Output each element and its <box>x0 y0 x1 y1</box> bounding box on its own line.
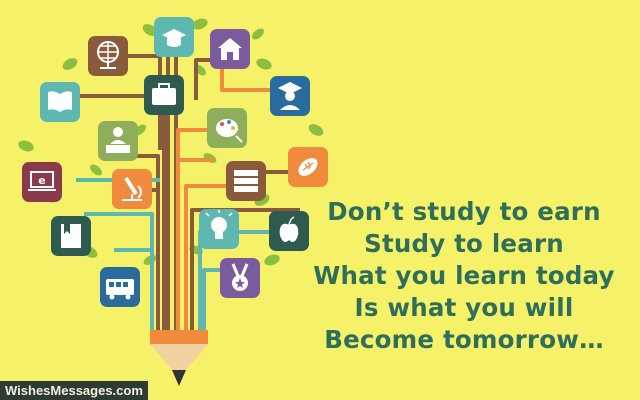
medal-icon <box>220 258 260 298</box>
globe-icon <box>88 36 128 76</box>
graduate-student-icon <box>270 76 310 116</box>
pencil-trunk <box>150 330 208 386</box>
open-book-icon <box>40 82 80 122</box>
quote-line: What you learn today <box>313 261 615 290</box>
svg-text:e: e <box>38 174 45 187</box>
books-stack-icon <box>226 161 266 201</box>
quote-line: Study to learn <box>364 229 564 258</box>
quote-line: Become tomorrow… <box>324 325 604 354</box>
football-icon <box>288 147 328 187</box>
email-laptop-icon: e <box>22 162 62 202</box>
graduation-cap-icon <box>154 17 194 57</box>
art-palette-icon <box>207 108 247 148</box>
closed-book-icon <box>51 216 91 256</box>
quote-line: Don’t study to earn <box>327 197 601 226</box>
school-bus-icon <box>100 267 140 307</box>
microscope-icon <box>112 169 152 209</box>
school-house-icon <box>210 29 250 69</box>
poster: e Don’t study to earn Study to learn Wha… <box>0 0 640 400</box>
teacher-desk-icon <box>98 121 138 161</box>
watermark: WishesMessages.com <box>0 381 148 400</box>
quote-text: Don’t study to earn Study to learn What … <box>288 196 640 356</box>
quote-line: Is what you will <box>354 293 574 322</box>
light-bulb-icon <box>199 209 239 249</box>
briefcase-icon <box>144 75 184 115</box>
